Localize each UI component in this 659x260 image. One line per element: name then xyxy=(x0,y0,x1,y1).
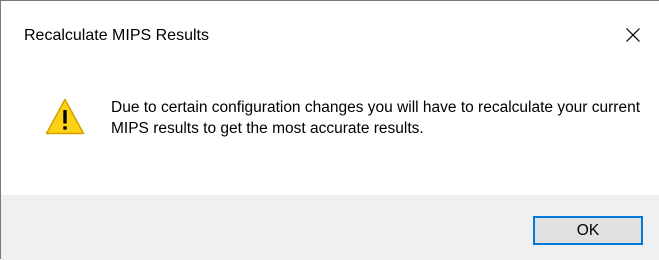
dialog-footer: OK xyxy=(1,195,659,260)
dialog-message: Due to certain configuration changes you… xyxy=(111,99,641,137)
close-button[interactable] xyxy=(619,17,659,53)
message-dialog: Recalculate MIPS Results Due to certain … xyxy=(0,0,659,260)
warning-icon xyxy=(45,98,85,135)
dialog-content: Due to certain configuration changes you… xyxy=(1,69,659,195)
dialog-title: Recalculate MIPS Results xyxy=(24,27,209,44)
ok-button[interactable]: OK xyxy=(533,216,643,245)
title-bar: Recalculate MIPS Results xyxy=(1,1,659,69)
close-icon xyxy=(626,28,640,42)
